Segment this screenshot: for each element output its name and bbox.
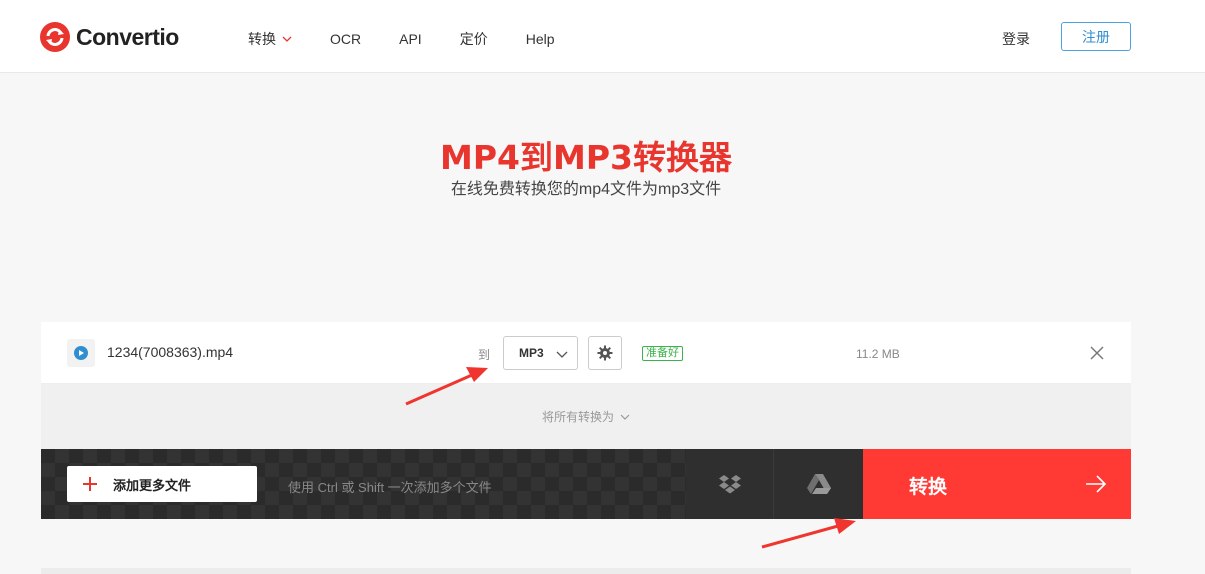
chevron-down-icon xyxy=(282,36,292,42)
convert-button[interactable]: 转换 xyxy=(863,449,1131,519)
nav-item-label: 转换 xyxy=(248,31,276,47)
login-link[interactable]: 登录 xyxy=(1002,29,1030,49)
add-more-files-label: 添加更多文件 xyxy=(113,477,192,493)
close-icon[interactable] xyxy=(1089,345,1105,361)
multi-select-hint: 使用 Ctrl 或 Shift 一次添加多个文件 xyxy=(288,480,492,495)
status-badge: 准备好 xyxy=(642,346,683,361)
logo[interactable]: Convertio xyxy=(40,22,179,52)
file-row: 1234(7008363).mp4 到 MP3 准备好 11.2 MB xyxy=(41,322,1131,384)
dropbox-icon xyxy=(718,475,741,494)
play-icon xyxy=(74,346,88,360)
gear-icon xyxy=(597,345,613,361)
annotation-arrow-convert xyxy=(761,518,856,549)
chevron-down-icon xyxy=(620,414,630,420)
footer-strip xyxy=(41,568,1131,574)
arrow-right-icon xyxy=(1086,475,1107,493)
action-bar: 添加更多文件 使用 Ctrl 或 Shift 一次添加多个文件 转换 xyxy=(41,449,1131,519)
nav-item-label: 定价 xyxy=(459,31,488,47)
top-header: Convertio 转换 OCR API 定价 Help 登录 注册 xyxy=(0,0,1205,73)
page-title: MP4到MP3转换器 xyxy=(440,138,732,177)
nav-item-help[interactable]: Help xyxy=(526,29,555,49)
file-name: 1234(7008363).mp4 xyxy=(107,344,234,360)
logo-text: Convertio xyxy=(76,23,179,50)
signup-button[interactable]: 注册 xyxy=(1061,22,1131,51)
settings-button[interactable] xyxy=(588,336,622,370)
google-drive-button[interactable] xyxy=(774,449,863,519)
nav-item-pricing[interactable]: 定价 xyxy=(460,29,488,49)
convert-button-label: 转换 xyxy=(909,477,948,498)
file-type-badge xyxy=(67,339,95,367)
nav-item-label: API xyxy=(399,31,422,47)
format-value: MP3 xyxy=(519,346,544,360)
nav-item-api[interactable]: API xyxy=(399,29,422,49)
chevron-down-icon xyxy=(556,351,568,358)
add-more-files-button[interactable]: 添加更多文件 xyxy=(67,466,257,502)
format-select[interactable]: MP3 xyxy=(503,336,578,370)
nav-item-ocr[interactable]: OCR xyxy=(330,29,361,49)
plus-icon xyxy=(83,477,97,491)
to-label: 到 xyxy=(478,348,491,362)
dropbox-button[interactable] xyxy=(686,449,774,519)
google-drive-icon xyxy=(806,474,831,494)
main-nav: 转换 OCR API 定价 Help xyxy=(248,29,593,49)
nav-item-convert[interactable]: 转换 xyxy=(248,29,292,49)
convertio-logo-icon xyxy=(40,22,70,52)
file-size: 11.2 MB xyxy=(856,347,900,361)
convert-all-dropdown[interactable]: 将所有转换为 xyxy=(41,384,1131,449)
nav-item-label: Help xyxy=(525,31,555,47)
convert-all-label: 将所有转换为 xyxy=(541,410,614,424)
page-subtitle: 在线免费转换您的mp4文件为mp3文件 xyxy=(450,181,722,198)
nav-item-label: OCR xyxy=(330,31,362,47)
